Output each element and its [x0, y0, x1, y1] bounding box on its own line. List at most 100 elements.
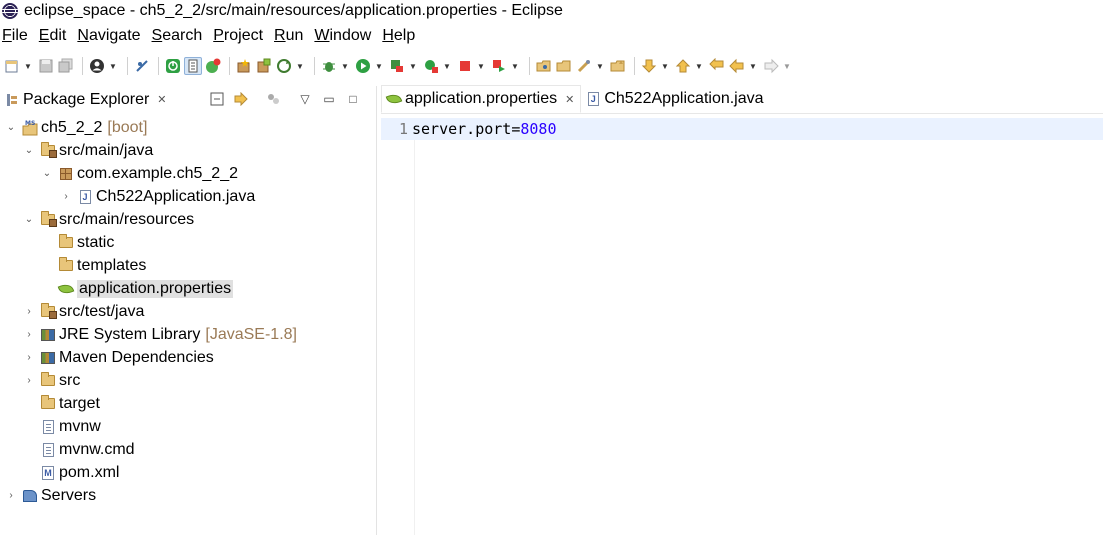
- menu-window[interactable]: Window: [312, 27, 376, 45]
- external-tools-icon[interactable]: [422, 57, 440, 75]
- code-line[interactable]: 1 server.port= 8080: [381, 118, 1103, 140]
- chevron-down-icon[interactable]: ⌄: [22, 144, 36, 158]
- tree-item-src-main-java[interactable]: ⌄ src/main/java: [0, 139, 376, 162]
- tab-package-explorer[interactable]: Package Explorer ✕: [4, 86, 167, 114]
- tree-item-servers[interactable]: › Servers: [0, 484, 376, 507]
- focus-active-task-icon[interactable]: [264, 90, 282, 108]
- tree-item-mvnw-cmd[interactable]: mvnw.cmd: [0, 438, 376, 461]
- link-with-editor-icon[interactable]: [232, 90, 250, 108]
- previous-annotation-dropdown-icon[interactable]: ▼: [694, 57, 704, 75]
- menu-edit[interactable]: Edit: [37, 27, 72, 45]
- last-edit-location-icon[interactable]: [708, 57, 726, 75]
- chevron-down-icon[interactable]: ⌄: [40, 167, 54, 181]
- view-menu-icon[interactable]: ▽: [296, 90, 314, 108]
- new-icon[interactable]: [3, 57, 21, 75]
- tree-item-target[interactable]: target: [0, 392, 376, 415]
- tree-item-src-test-java[interactable]: › src/test/java: [0, 300, 376, 323]
- tree-item-templates[interactable]: templates: [0, 254, 376, 277]
- back-icon[interactable]: [728, 57, 746, 75]
- open-folder-icon[interactable]: [609, 57, 627, 75]
- chevron-right-icon[interactable]: ›: [22, 305, 36, 319]
- boot-decoration: [boot]: [107, 118, 148, 136]
- coverage-icon[interactable]: [388, 57, 406, 75]
- account-icon[interactable]: [88, 57, 106, 75]
- chevron-right-icon[interactable]: ›: [22, 351, 36, 365]
- next-annotation-icon[interactable]: [640, 57, 658, 75]
- text-file-icon: [40, 419, 56, 435]
- tree-item-src[interactable]: › src: [0, 369, 376, 392]
- terminate-icon[interactable]: [456, 57, 474, 75]
- line-number: 1: [398, 120, 408, 138]
- new-java-class-icon[interactable]: [255, 57, 273, 75]
- tree-item-jre-system-library[interactable]: › JRE System Library [JavaSE-1.8]: [0, 323, 376, 346]
- menu-help[interactable]: Help: [380, 27, 420, 45]
- tree-item-mvnw[interactable]: mvnw: [0, 415, 376, 438]
- menu-bar: File Edit Navigate Search Project Run Wi…: [0, 24, 424, 48]
- tree-item-package[interactable]: ⌄ com.example.ch5_2_2: [0, 162, 376, 185]
- external-tools-dropdown-icon[interactable]: ▼: [442, 57, 452, 75]
- chevron-right-icon[interactable]: ›: [59, 190, 73, 204]
- new-dropdown-icon[interactable]: ▼: [23, 57, 33, 75]
- save-icon[interactable]: [37, 57, 55, 75]
- toggle-mark-occurrences-icon[interactable]: [184, 57, 202, 75]
- code-editor[interactable]: 1 server.port= 8080: [381, 116, 1103, 535]
- menu-run[interactable]: Run: [272, 27, 308, 45]
- debug-icon[interactable]: [320, 57, 338, 75]
- menu-search[interactable]: Search: [150, 27, 208, 45]
- spring-boot-icon[interactable]: [164, 57, 182, 75]
- chevron-down-icon[interactable]: ⌄: [22, 213, 36, 227]
- menu-file[interactable]: File: [0, 27, 33, 45]
- coverage-dropdown-icon[interactable]: ▼: [408, 57, 418, 75]
- tree-item-application-properties[interactable]: application.properties: [0, 277, 376, 300]
- gutter-divider: [414, 140, 415, 535]
- chevron-right-icon[interactable]: ›: [22, 328, 36, 342]
- open-task-icon[interactable]: [555, 57, 573, 75]
- run-dropdown-icon[interactable]: ▼: [374, 57, 384, 75]
- debug-dropdown-icon[interactable]: ▼: [340, 57, 350, 75]
- relaunch-dropdown-icon[interactable]: ▼: [510, 57, 520, 75]
- search-dropdown-icon[interactable]: ▼: [595, 57, 605, 75]
- close-icon[interactable]: ✕: [565, 93, 574, 106]
- next-annotation-dropdown-icon[interactable]: ▼: [660, 57, 670, 75]
- search-pen-icon[interactable]: [575, 57, 593, 75]
- minimize-icon[interactable]: ▭: [320, 90, 338, 108]
- tree-item-maven-dependencies[interactable]: › Maven Dependencies: [0, 346, 376, 369]
- tree-item-static[interactable]: static: [0, 231, 376, 254]
- menu-project[interactable]: Project: [211, 27, 268, 45]
- editor-tab-bar: application.properties ✕ J Ch522Applicat…: [381, 85, 1103, 114]
- run-icon[interactable]: [354, 57, 372, 75]
- toolbar-separator: [127, 57, 128, 75]
- main-toolbar: ▼ ▼ ▼ ▼ ▼ ▼ ▼ ▼ ▼ ▼ ▼ ▼ ▼ ▼: [0, 52, 1103, 80]
- menu-navigate[interactable]: Navigate: [75, 27, 145, 45]
- previous-annotation-icon[interactable]: [674, 57, 692, 75]
- relaunch-icon[interactable]: [490, 57, 508, 75]
- folder-icon: [58, 257, 74, 274]
- forward-icon[interactable]: [762, 57, 780, 75]
- project-name: ch5_2_2: [41, 118, 103, 136]
- back-dropdown-icon[interactable]: ▼: [748, 57, 758, 75]
- tree-item-project[interactable]: ⌄ MS ch5_2_2 [boot]: [0, 116, 376, 139]
- tab-application-properties[interactable]: application.properties ✕: [381, 85, 582, 113]
- tree-item-ch522application[interactable]: › J Ch522Application.java: [0, 185, 376, 208]
- terminate-dropdown-icon[interactable]: ▼: [476, 57, 486, 75]
- close-icon[interactable]: ✕: [157, 93, 166, 106]
- toolbar-separator: [529, 57, 530, 75]
- account-dropdown-icon[interactable]: ▼: [108, 57, 118, 75]
- refresh-gradle-icon[interactable]: [275, 57, 293, 75]
- refresh-dropdown-icon[interactable]: ▼: [295, 57, 305, 75]
- open-type-icon[interactable]: [535, 57, 553, 75]
- forward-dropdown-icon[interactable]: ▼: [782, 57, 792, 75]
- collapse-all-icon[interactable]: [208, 90, 226, 108]
- chevron-right-icon[interactable]: ›: [22, 374, 36, 388]
- tab-ch522application-java[interactable]: J Ch522Application.java: [581, 85, 769, 113]
- chevron-down-icon[interactable]: ⌄: [4, 121, 18, 135]
- chevron-right-icon[interactable]: ›: [4, 489, 18, 503]
- spring-leaf-icon: [57, 281, 75, 297]
- tree-item-pom-xml[interactable]: M pom.xml: [0, 461, 376, 484]
- save-all-icon[interactable]: [57, 57, 75, 75]
- maximize-icon[interactable]: □: [344, 90, 362, 108]
- skip-breakpoints-icon[interactable]: [133, 57, 151, 75]
- boot-dashboard-icon[interactable]: [204, 57, 222, 75]
- new-java-package-icon[interactable]: [235, 57, 253, 75]
- tree-item-src-main-resources[interactable]: ⌄ src/main/resources: [0, 208, 376, 231]
